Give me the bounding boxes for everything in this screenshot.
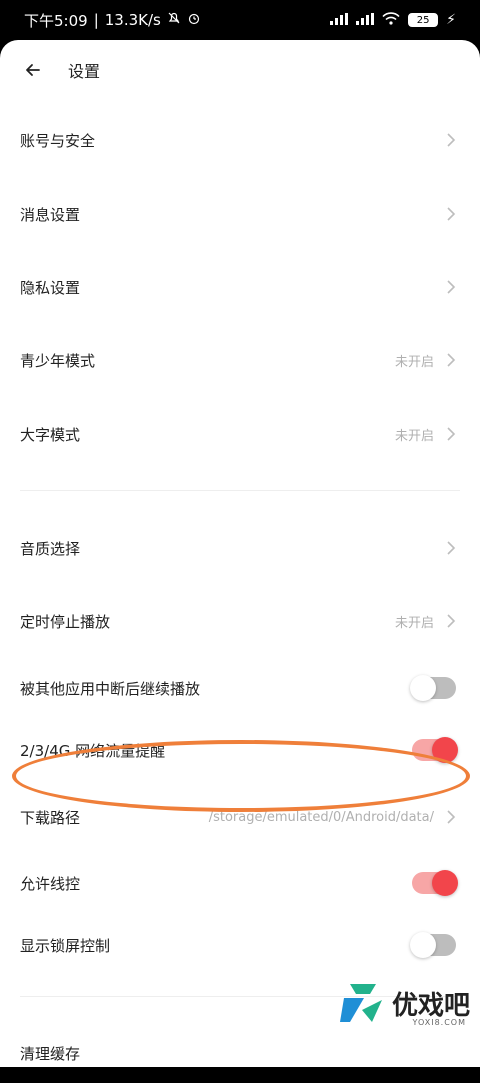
row-label: 允许线控 — [20, 874, 81, 893]
wifi-icon — [382, 11, 400, 29]
watermark-logo-icon — [339, 984, 382, 1022]
status-time: 下午5:09 — [24, 11, 88, 30]
signal-icon — [330, 11, 349, 29]
row-right: /storage/emulated/0/Android/data/ — [209, 810, 456, 825]
status-speed: 13.3K/s — [104, 11, 161, 29]
settings-row-teen-mode[interactable]: 青少年模式 未开启 — [0, 330, 480, 390]
row-right — [434, 133, 456, 147]
chevron-right-icon — [447, 810, 456, 824]
watermark-sub: YOXI8.COM — [412, 1018, 466, 1027]
toggle-knob — [432, 870, 458, 896]
settings-row-data-alert: 2/3/4G 网络流量提醒 — [0, 720, 480, 780]
status-separator: | — [93, 11, 99, 29]
row-right: 未开启 — [395, 612, 456, 631]
signal-icon-2 — [356, 11, 375, 29]
page-title: 设置 — [68, 62, 101, 81]
settings-row-resume-after-interrupt: 被其他应用中断后继续播放 — [0, 658, 480, 718]
chevron-right-icon — [447, 207, 456, 221]
resume-toggle[interactable] — [410, 675, 456, 701]
data-alert-toggle[interactable] — [412, 737, 458, 763]
row-value: 未开启 — [394, 354, 434, 370]
watermark-text: 优戏吧 — [391, 990, 470, 1021]
row-label: 音质选择 — [20, 539, 81, 558]
chevron-right-icon — [447, 541, 456, 555]
download-path-value: /storage/emulated/0/Android/data/ — [208, 809, 434, 825]
toggle-knob — [410, 675, 436, 701]
row-label: 定时停止播放 — [20, 612, 111, 631]
settings-row-audio-quality[interactable]: 音质选择 — [0, 518, 480, 578]
charging-icon: ⚡ — [446, 12, 456, 28]
section-divider — [20, 490, 460, 491]
battery-icon: 25 — [408, 13, 439, 27]
row-label: 账号与安全 — [20, 131, 96, 150]
settings-row-download-path[interactable]: 下载路径 /storage/emulated/0/Android/data/ — [0, 787, 480, 847]
chevron-right-icon — [447, 353, 456, 367]
row-label: 消息设置 — [20, 205, 81, 224]
row-right — [434, 280, 456, 294]
lockscreen-toggle[interactable] — [410, 932, 456, 958]
row-value: 未开启 — [394, 428, 434, 444]
wire-control-toggle[interactable] — [412, 870, 458, 896]
row-label: 显示锁屏控制 — [20, 936, 111, 955]
row-label: 2/3/4G 网络流量提醒 — [20, 741, 166, 760]
toggle-knob — [432, 737, 458, 763]
settings-row-sleep-timer[interactable]: 定时停止播放 未开启 — [0, 591, 480, 651]
row-right — [434, 207, 456, 221]
status-right: 25 ⚡ — [330, 11, 456, 29]
status-left: 下午5:09 | 13.3K/s — [24, 10, 201, 31]
settings-row-privacy[interactable]: 隐私设置 — [0, 257, 480, 317]
row-right: 未开启 — [395, 351, 456, 370]
chevron-right-icon — [447, 614, 456, 628]
chevron-right-icon — [447, 427, 456, 441]
row-value: 未开启 — [394, 615, 434, 631]
settings-row-message[interactable]: 消息设置 — [0, 184, 480, 244]
row-label: 被其他应用中断后继续播放 — [20, 679, 201, 698]
watermark: 优戏吧 YOXI8.COM — [338, 980, 470, 1027]
header: 设置 — [0, 40, 480, 100]
settings-row-wire-control: 允许线控 — [0, 853, 480, 913]
row-label: 大字模式 — [20, 425, 81, 444]
row-label: 隐私设置 — [20, 278, 81, 297]
row-label: 青少年模式 — [20, 351, 96, 370]
settings-row-account-security[interactable]: 账号与安全 — [0, 110, 480, 170]
chevron-right-icon — [447, 133, 456, 147]
status-bar: 下午5:09 | 13.3K/s 25 ⚡ — [0, 0, 480, 40]
row-label: 清理缓存 — [20, 1044, 81, 1063]
settings-row-large-font[interactable]: 大字模式 未开启 — [0, 404, 480, 464]
toggle-knob — [410, 932, 436, 958]
alarm-icon — [187, 11, 201, 29]
row-right: 未开启 — [395, 425, 456, 444]
row-right — [434, 541, 456, 555]
back-arrow-icon[interactable] — [24, 59, 46, 81]
settings-row-clear-cache[interactable]: 清理缓存 — [0, 1023, 480, 1083]
row-label: 下载路径 — [20, 808, 81, 827]
settings-row-lockscreen-control: 显示锁屏控制 — [0, 915, 480, 975]
chevron-right-icon — [447, 280, 456, 294]
mute-icon — [167, 11, 181, 29]
